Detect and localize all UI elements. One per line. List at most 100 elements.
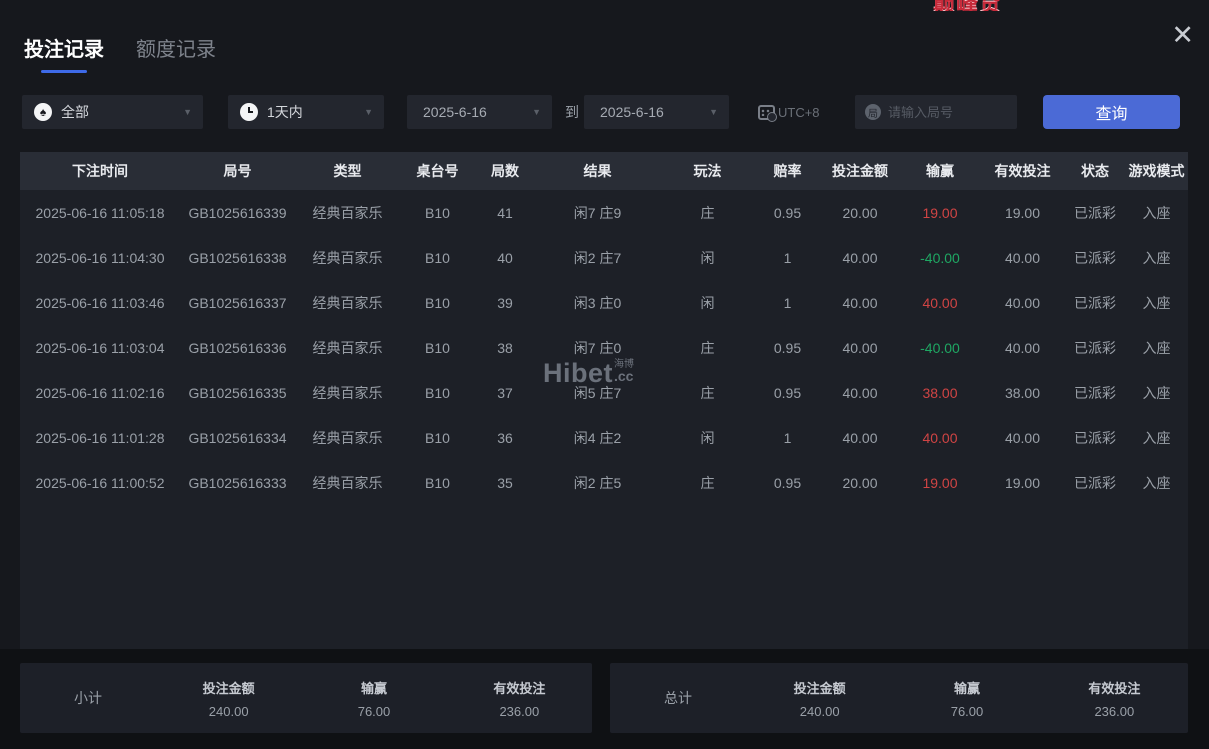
subtotal-valid-bet: 有效投注 236.00 bbox=[493, 680, 546, 719]
col-header-table-no: 桌台号 bbox=[416, 163, 459, 179]
cell-odds: 0.95 bbox=[773, 339, 802, 356]
calendar-clock-icon bbox=[758, 104, 777, 122]
chevron-down-icon: ▼ bbox=[709, 107, 718, 117]
cell-valid-bet: 40.00 bbox=[1004, 429, 1041, 446]
total-bet-amount: 投注金额 240.00 bbox=[793, 680, 846, 719]
cell-odds: 1 bbox=[783, 249, 792, 266]
cell-bet-time: 2025-06-16 11:02:16 bbox=[35, 384, 165, 401]
cell-bet-amount: 20.00 bbox=[842, 474, 878, 491]
time-range-value: 1天内 bbox=[267, 104, 303, 120]
subtotal-win-loss: 输赢 76.00 bbox=[357, 680, 391, 719]
chevron-down-icon: ▼ bbox=[532, 107, 541, 117]
cell-round-no: 38 bbox=[497, 339, 513, 356]
cell-round-no: 40 bbox=[497, 249, 513, 266]
cell-valid-bet: 40.00 bbox=[1004, 339, 1041, 356]
game-type-value: 全部 bbox=[61, 104, 89, 120]
game-type-select[interactable]: ♠ 全部 ▼ bbox=[22, 95, 203, 129]
cell-game-mode: 入座 bbox=[1142, 339, 1171, 356]
cell-status: 已派彩 bbox=[1074, 429, 1116, 446]
col-header-bet-time: 下注时间 bbox=[72, 163, 128, 179]
clipped-brand-logo: 巅峰贷 bbox=[933, 0, 1023, 11]
cell-round-no: 41 bbox=[497, 204, 513, 221]
cell-result: 闲5 庄7 bbox=[573, 384, 622, 401]
clock-icon bbox=[240, 103, 258, 121]
cell-play: 庄 bbox=[700, 474, 715, 491]
table-row: 2025-06-16 11:00:52 GB1025616333 经典百家乐 B… bbox=[20, 460, 1188, 505]
cell-round-id: GB1025616337 bbox=[188, 294, 287, 311]
cell-valid-bet: 38.00 bbox=[1004, 384, 1041, 401]
col-header-round-no: 局数 bbox=[491, 163, 519, 179]
col-header-odds: 赔率 bbox=[773, 163, 802, 179]
total-win-loss: 输赢 76.00 bbox=[950, 680, 984, 719]
cell-table-no: B10 bbox=[425, 474, 450, 491]
cell-play: 闲 bbox=[700, 294, 715, 311]
cell-valid-bet: 40.00 bbox=[1004, 249, 1041, 266]
brand-logo-text: 巅峰贷 bbox=[933, 0, 1023, 11]
cell-odds: 0.95 bbox=[773, 474, 802, 491]
table-header-row: 下注时间 局号 类型 桌台号 局数 结果 玩法 赔率 投注金额 输赢 有效投注 … bbox=[20, 152, 1188, 190]
cell-bet-amount: 40.00 bbox=[842, 429, 878, 446]
table-row: 2025-06-16 11:01:28 GB1025616334 经典百家乐 B… bbox=[20, 415, 1188, 460]
cell-bet-amount: 40.00 bbox=[842, 384, 878, 401]
cell-table-no: B10 bbox=[425, 339, 450, 356]
cell-round-no: 35 bbox=[497, 474, 513, 491]
total-label: 总计 bbox=[664, 690, 692, 706]
chevron-down-icon: ▼ bbox=[183, 107, 192, 117]
cell-play: 闲 bbox=[700, 429, 715, 446]
date-from-select[interactable]: 2025-6-16 ▼ bbox=[407, 95, 552, 129]
cell-game-mode: 入座 bbox=[1142, 204, 1171, 221]
col-header-status: 状态 bbox=[1081, 163, 1109, 179]
col-header-round-id: 局号 bbox=[223, 163, 252, 179]
chevron-down-icon: ▼ bbox=[364, 107, 373, 117]
cell-type: 经典百家乐 bbox=[312, 429, 383, 446]
cell-win-loss: 40.00 bbox=[922, 294, 958, 311]
cell-bet-amount: 40.00 bbox=[842, 249, 878, 266]
timezone-indicator: UTC+8 bbox=[758, 95, 820, 129]
cell-round-id: GB1025616338 bbox=[188, 249, 287, 266]
cell-type: 经典百家乐 bbox=[312, 384, 383, 401]
cell-game-mode: 入座 bbox=[1142, 384, 1171, 401]
tab-quota-records[interactable]: 额度记录 bbox=[136, 33, 216, 73]
cell-bet-time: 2025-06-16 11:00:52 bbox=[35, 474, 165, 491]
cell-odds: 1 bbox=[783, 294, 792, 311]
cell-type: 经典百家乐 bbox=[312, 474, 383, 491]
cell-win-loss: -40.00 bbox=[920, 339, 960, 356]
round-id-icon: 局 bbox=[865, 104, 881, 120]
cell-round-id: GB1025616335 bbox=[188, 384, 287, 401]
subtotal-panel: 小计 投注金额 240.00 输赢 76.00 有效投注 236.00 bbox=[20, 663, 592, 733]
cell-valid-bet: 19.00 bbox=[1004, 474, 1041, 491]
col-header-valid-bet: 有效投注 bbox=[994, 163, 1051, 179]
cell-win-loss: -40.00 bbox=[920, 249, 960, 266]
table-row: 2025-06-16 11:02:16 GB1025616335 经典百家乐 B… bbox=[20, 370, 1188, 415]
cell-odds: 1 bbox=[783, 429, 792, 446]
total-panel: 总计 投注金额 240.00 输赢 76.00 有效投注 236.00 bbox=[610, 663, 1188, 733]
cell-bet-amount: 40.00 bbox=[842, 339, 878, 356]
cell-win-loss: 38.00 bbox=[922, 384, 958, 401]
cell-play: 闲 bbox=[700, 249, 715, 266]
cell-bet-time: 2025-06-16 11:03:46 bbox=[35, 294, 165, 311]
query-button[interactable]: 查询 bbox=[1043, 95, 1180, 129]
cell-game-mode: 入座 bbox=[1142, 429, 1171, 446]
cell-game-mode: 入座 bbox=[1142, 249, 1171, 266]
cell-odds: 0.95 bbox=[773, 204, 802, 221]
cell-result: 闲4 庄2 bbox=[573, 429, 622, 446]
cell-valid-bet: 19.00 bbox=[1004, 204, 1041, 221]
time-range-select[interactable]: 1天内 ▼ bbox=[228, 95, 384, 129]
table-row: 2025-06-16 11:03:46 GB1025616337 经典百家乐 B… bbox=[20, 280, 1188, 325]
round-search-input[interactable] bbox=[888, 104, 1003, 120]
date-from-value: 2025-6-16 bbox=[423, 104, 487, 120]
cell-status: 已派彩 bbox=[1074, 294, 1116, 311]
cell-valid-bet: 40.00 bbox=[1004, 294, 1041, 311]
date-to-select[interactable]: 2025-6-16 ▼ bbox=[584, 95, 729, 129]
cell-result: 闲2 庄5 bbox=[573, 474, 622, 491]
close-icon[interactable]: ✕ bbox=[1171, 22, 1194, 49]
cell-bet-time: 2025-06-16 11:04:30 bbox=[35, 249, 165, 266]
table-row: 2025-06-16 11:04:30 GB1025616338 经典百家乐 B… bbox=[20, 235, 1188, 280]
total-valid-bet: 有效投注 236.00 bbox=[1088, 680, 1141, 719]
table-row: 2025-06-16 11:03:04 GB1025616336 经典百家乐 B… bbox=[20, 325, 1188, 370]
cell-round-no: 37 bbox=[497, 384, 513, 401]
tab-bet-records[interactable]: 投注记录 bbox=[24, 33, 104, 73]
spade-icon: ♠ bbox=[34, 103, 52, 121]
cell-result: 闲3 庄0 bbox=[573, 294, 622, 311]
cell-round-id: GB1025616336 bbox=[188, 339, 287, 356]
